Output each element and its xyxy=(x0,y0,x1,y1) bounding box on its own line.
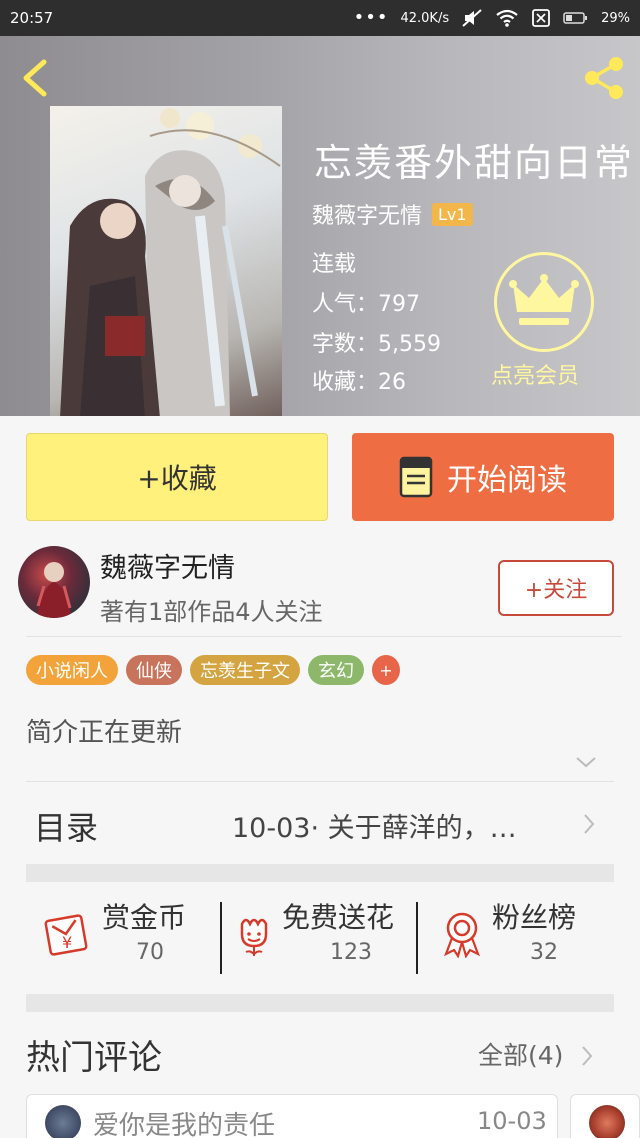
start-reading-button[interactable]: 开始阅读 xyxy=(352,433,614,521)
book-word-count: 字数：5,559 xyxy=(312,332,441,357)
reward-coins-label: 赏金币 xyxy=(102,901,187,934)
status-right: ••• 42.0K/s 29% xyxy=(354,8,630,28)
book-intro: 简介正在更新 xyxy=(26,718,183,748)
book-detail-page: 20:57 ••• 42.0K/s 29% 忘羡番外甜向日常 魏薇字无情 Lv1… xyxy=(0,0,640,1138)
red-envelope-icon: ¥ xyxy=(44,914,88,956)
book-author-row: 魏薇字无情 Lv1 xyxy=(312,198,473,230)
divider xyxy=(416,902,418,974)
comment-card[interactable]: 爱你是我的责任 10-03 xyxy=(26,1094,558,1138)
flower-icon xyxy=(240,918,268,956)
follow-button[interactable]: +关注 xyxy=(498,560,614,616)
status-time: 20:57 xyxy=(10,9,54,27)
hot-comments-title: 热门评论 xyxy=(26,1038,162,1078)
catalog-latest-chapter: 10-03· 关于薛洋的，… xyxy=(232,813,517,844)
comment-date: 10-03 xyxy=(477,1107,547,1135)
chevron-right-icon xyxy=(582,1046,593,1066)
tag-item[interactable]: 小说闲人 xyxy=(26,655,118,685)
all-comments-link[interactable]: 全部(4) xyxy=(470,1030,620,1078)
catalog-label: 目录 xyxy=(34,809,99,847)
book-popularity: 人气：797 xyxy=(312,292,420,317)
author-subtitle: 著有1部作品4人关注 xyxy=(100,598,323,626)
more-tags-button[interactable]: + xyxy=(372,655,400,685)
send-flower-label: 免费送花 xyxy=(282,901,395,934)
author-avatar[interactable] xyxy=(18,546,90,618)
book-icon xyxy=(399,456,433,498)
network-speed: 42.0K/s xyxy=(400,10,450,26)
vip-button[interactable] xyxy=(494,252,594,352)
no-sim-icon xyxy=(532,9,550,27)
wifi-icon xyxy=(496,9,518,27)
catalog-row[interactable]: 目录 10-03· 关于薛洋的，… xyxy=(0,782,640,864)
add-favorite-button[interactable]: +收藏 xyxy=(26,433,328,521)
book-favorites: 收藏：26 xyxy=(312,370,406,395)
medal-icon xyxy=(443,912,481,958)
expand-intro-chevron-down-icon[interactable] xyxy=(574,752,598,772)
vip-label[interactable]: 点亮会员 xyxy=(491,358,579,390)
book-status: 连载 xyxy=(312,252,357,277)
commenter-avatar[interactable] xyxy=(589,1105,625,1138)
tag-list: 小说闲人 仙侠 忘羡生子文 玄幻 + xyxy=(26,655,400,685)
start-reading-label: 开始阅读 xyxy=(447,463,567,498)
back-button[interactable] xyxy=(16,56,56,100)
divider xyxy=(26,636,622,637)
more-dots-icon: ••• xyxy=(353,7,389,28)
status-bar: 20:57 ••• 42.0K/s 29% xyxy=(0,0,640,36)
author-name[interactable]: 魏薇字无情 xyxy=(100,546,235,585)
send-flower-item[interactable]: 免费送花 123 xyxy=(230,896,414,976)
crown-icon xyxy=(509,274,579,325)
divider xyxy=(220,902,222,974)
fan-ranking-item[interactable]: 粉丝榜 32 xyxy=(438,896,614,976)
tag-item[interactable]: 忘羡生子文 xyxy=(190,655,300,685)
book-cover[interactable] xyxy=(50,106,282,416)
battery-icon xyxy=(563,12,588,24)
send-flower-value: 123 xyxy=(330,940,372,965)
all-comments-label: 全部(4) xyxy=(478,1041,564,1070)
avatar-illustration xyxy=(36,562,72,618)
tag-item[interactable]: 玄幻 xyxy=(308,655,364,685)
book-header: 忘羡番外甜向日常 魏薇字无情 Lv1 连载 人气：797 字数：5,559 收藏… xyxy=(0,36,640,416)
share-button[interactable] xyxy=(580,54,628,102)
chevron-right-icon xyxy=(584,814,595,834)
comment-card[interactable] xyxy=(570,1094,640,1138)
mute-icon xyxy=(462,9,482,27)
fan-ranking-value: 32 xyxy=(530,940,558,965)
section-separator xyxy=(26,994,614,1012)
battery-percent: 29% xyxy=(601,10,630,26)
cover-art-illustration xyxy=(60,108,281,416)
svg-text:¥: ¥ xyxy=(62,933,72,952)
reward-coins-value: 70 xyxy=(136,940,164,965)
add-favorite-label: +收藏 xyxy=(137,462,217,495)
author-level-badge: Lv1 xyxy=(432,202,473,226)
fan-ranking-label: 粉丝榜 xyxy=(492,901,577,934)
reward-coins-item[interactable]: ¥ 赏金币 70 xyxy=(44,896,216,976)
book-author-name[interactable]: 魏薇字无情 xyxy=(312,198,422,230)
section-separator xyxy=(26,864,614,882)
follow-label: +关注 xyxy=(524,578,588,603)
commenter-avatar[interactable] xyxy=(45,1105,81,1138)
book-title: 忘羡番外甜向日常 xyxy=(314,141,635,185)
comment-text: 爱你是我的责任 xyxy=(93,1111,276,1138)
tag-item[interactable]: 仙侠 xyxy=(126,655,182,685)
